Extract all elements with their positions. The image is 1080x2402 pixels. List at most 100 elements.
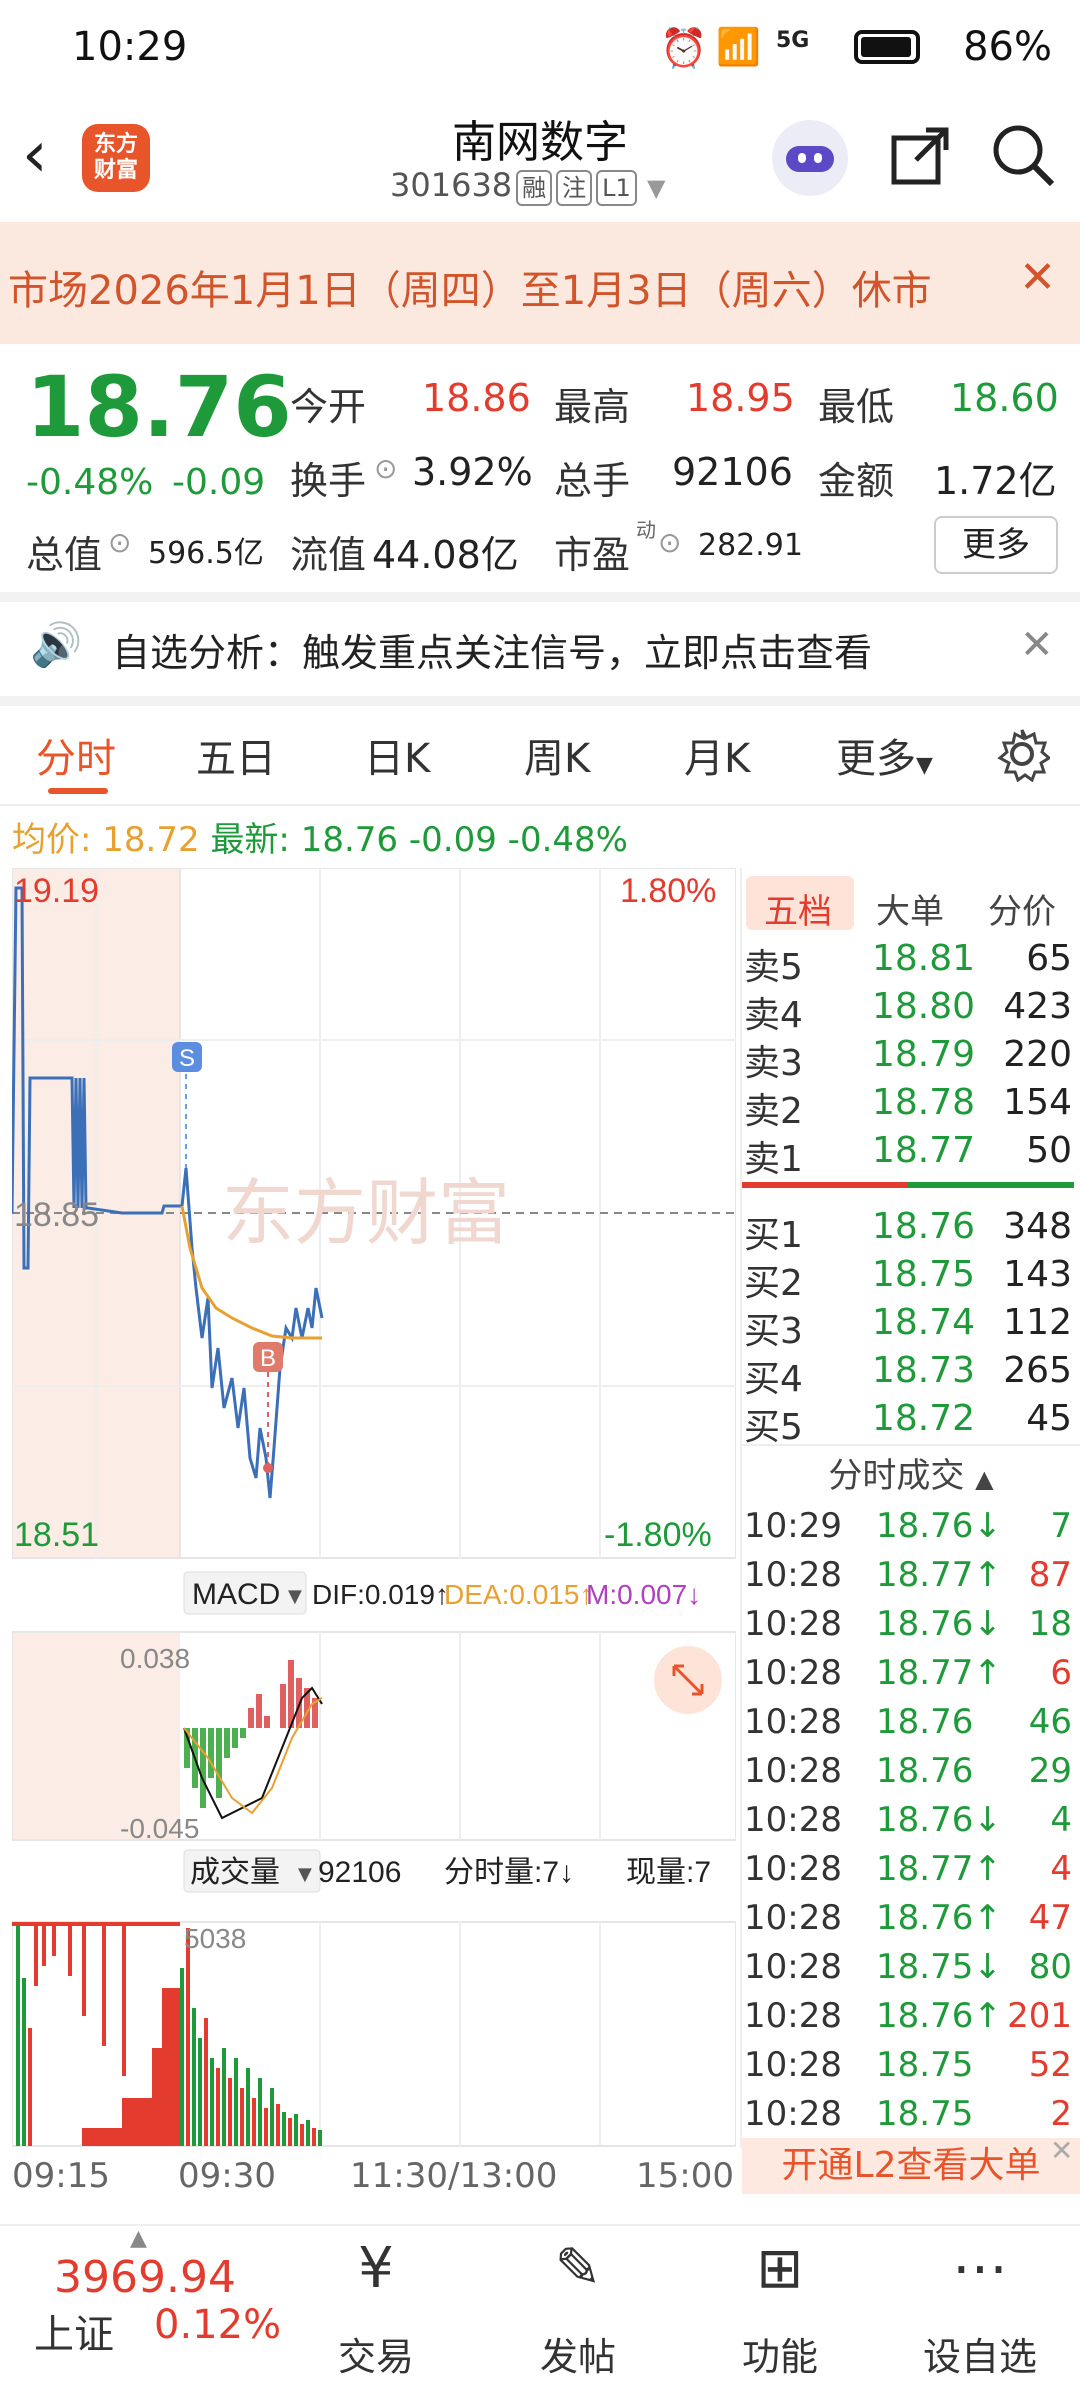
avg-price-row: 均价: 18.72 最新: 18.76 -0.09 -0.48%: [12, 812, 628, 861]
l2-upgrade-banner[interactable]: 开通L2查看大单: [742, 2138, 1080, 2194]
settings-gear-icon[interactable]: [994, 726, 1050, 782]
info-icon[interactable]: ⊙: [108, 526, 131, 559]
index-value[interactable]: 3969.94: [54, 2252, 236, 2303]
macd-dea: DEA:0.015↑: [444, 1579, 593, 1610]
bid-level-price: 18.75: [872, 1254, 976, 1295]
ask-level-row[interactable]: 卖5 18.81 65: [742, 938, 1076, 988]
battery-icon: [854, 30, 920, 64]
ask-level-volume: 154: [1003, 1082, 1072, 1123]
more-button[interactable]: 更多: [934, 516, 1058, 574]
trade-volume: 2: [1050, 2094, 1072, 2134]
bid-level-row[interactable]: 买1 18.76 348: [742, 1206, 1076, 1256]
robot-assistant-icon[interactable]: [772, 120, 848, 196]
ask-level-label: 卖3: [744, 1043, 803, 1084]
mktcap-label: 总值: [26, 533, 103, 577]
trade-time: 10:28: [744, 1604, 842, 1644]
turnover-value: 3.92%: [412, 450, 533, 494]
bid-level-row[interactable]: 买5 18.72 45: [742, 1398, 1076, 1448]
ask-level-label: 卖4: [744, 995, 803, 1036]
stock-code: 301638: [390, 166, 513, 204]
analysis-text: 自选分析：触发重点关注信号，立即点击查看: [112, 631, 873, 675]
close-icon[interactable]: ✕: [1003, 252, 1056, 303]
trade-time: 10:28: [744, 1751, 842, 1791]
volume-label: 成交量: [190, 1856, 280, 1889]
notice-text: 市场2026年1月1日（周四）至1月3日（周六）休市: [8, 268, 932, 314]
share-icon[interactable]: [888, 124, 952, 188]
trade-volume: 47: [1028, 1898, 1072, 1938]
tab-intraday[interactable]: 分时: [36, 726, 116, 784]
tab-five-day[interactable]: 五日: [196, 726, 276, 784]
trade-row: 10:28 18.76 29: [742, 1751, 1076, 1799]
ask-level-price: 18.79: [872, 1034, 976, 1075]
ask-level-row[interactable]: 卖3 18.79 220: [742, 1034, 1076, 1084]
ask-level-volume: 50: [1026, 1130, 1072, 1171]
trade-list-header[interactable]: 分时成交 ▲: [742, 1448, 1080, 1497]
nav-add-watchlist[interactable]: 设自选: [900, 2326, 1060, 2381]
bid-level-row[interactable]: 买2 18.75 143: [742, 1254, 1076, 1304]
tab-monthly-k[interactable]: 月K: [684, 726, 750, 784]
bid-level-price: 18.76: [872, 1206, 976, 1247]
trade-time: 10:28: [744, 1947, 842, 1987]
trade-row: 10:28 18.76↓ 18: [742, 1604, 1076, 1652]
macd-label: MACD: [192, 1578, 280, 1611]
tab-five-levels[interactable]: 五档: [746, 876, 854, 932]
buy-marker-label: B: [260, 1345, 276, 1372]
nav-post[interactable]: 发帖: [498, 2326, 658, 2381]
trade-time: 10:28: [744, 1849, 842, 1889]
trade-row: 10:28 18.77↑ 6: [742, 1653, 1076, 1701]
chevron-down-icon[interactable]: ▼: [647, 174, 665, 202]
nav-trade[interactable]: 交易: [296, 2326, 456, 2381]
apps-icon[interactable]: ⊞: [700, 2236, 860, 2301]
trade-price: 18.75: [876, 2094, 974, 2134]
trade-row: 10:28 18.76 46: [742, 1702, 1076, 1750]
bid-level-price: 18.72: [872, 1398, 976, 1439]
tab-indicator: [48, 788, 108, 794]
tab-weekly-k[interactable]: 周K: [524, 726, 590, 784]
trade-icon[interactable]: ¥: [296, 2236, 456, 2301]
trade-price: 18.76: [876, 1751, 974, 1791]
time-axis-start: 09:15: [12, 2156, 110, 2196]
divider: [0, 696, 1080, 706]
trade-time: 10:28: [744, 2094, 842, 2134]
edit-post-icon[interactable]: ✎: [498, 2236, 658, 2301]
chart-top-price: 19.19: [14, 872, 99, 910]
volume-label: 总手: [554, 459, 631, 503]
stock-code-row: 301638 融注 L1 ▼: [390, 166, 665, 206]
volume-now: 现量:7: [626, 1856, 711, 1889]
tag-level: L1: [596, 170, 637, 206]
intraday-chart[interactable]: 东方财富 S B 19.19 18.85 18.51 1.80% -1.80% …: [12, 868, 736, 2160]
ask-level-row[interactable]: 卖2 18.78 154: [742, 1082, 1076, 1132]
chevron-down-icon: ▼: [298, 1864, 312, 1885]
trade-time: 10:28: [744, 1702, 842, 1742]
bid-level-label: 买2: [744, 1263, 803, 1304]
chart-mid-price: 18.85: [14, 1196, 99, 1234]
tag-registration: 注: [556, 170, 593, 206]
ask-level-row[interactable]: 卖1 18.77 50: [742, 1130, 1076, 1180]
more-dots-icon[interactable]: ⋯: [900, 2236, 1060, 2301]
tab-price-dist[interactable]: 分价: [988, 884, 1056, 933]
trade-price: 18.75: [876, 2045, 974, 2085]
trade-volume: 4: [1050, 1800, 1072, 1840]
bid-level-label: 买1: [744, 1215, 803, 1256]
close-icon[interactable]: ✕: [1020, 622, 1054, 668]
trade-time: 10:28: [744, 1555, 842, 1595]
tab-large-orders[interactable]: 大单: [876, 884, 944, 933]
caret-up-icon: ▲: [975, 1465, 994, 1493]
tab-more[interactable]: 更多▼: [836, 726, 933, 784]
bid-level-price: 18.74: [872, 1302, 976, 1343]
float-value: 44.08亿: [372, 533, 519, 577]
bid-level-row[interactable]: 买3 18.74 112: [742, 1302, 1076, 1352]
time-axis-midday: 11:30/13:00: [350, 2156, 558, 2196]
market-notice-banner[interactable]: 市场2026年1月1日（周四）至1月3日（周六）休市 ✕: [0, 222, 1080, 344]
info-icon[interactable]: ⊙: [374, 452, 397, 485]
trade-row: 10:28 18.76↑ 47: [742, 1898, 1076, 1946]
nav-functions[interactable]: 功能: [700, 2326, 860, 2381]
open-value: 18.86: [422, 376, 531, 420]
search-icon[interactable]: [990, 122, 1056, 188]
ask-level-volume: 423: [1003, 986, 1072, 1027]
tab-daily-k[interactable]: 日K: [364, 726, 430, 784]
ask-level-row[interactable]: 卖4 18.80 423: [742, 986, 1076, 1036]
info-icon[interactable]: ⊙: [658, 526, 681, 559]
close-icon[interactable]: ✕: [1050, 2134, 1073, 2167]
bid-level-row[interactable]: 买4 18.73 265: [742, 1350, 1076, 1400]
